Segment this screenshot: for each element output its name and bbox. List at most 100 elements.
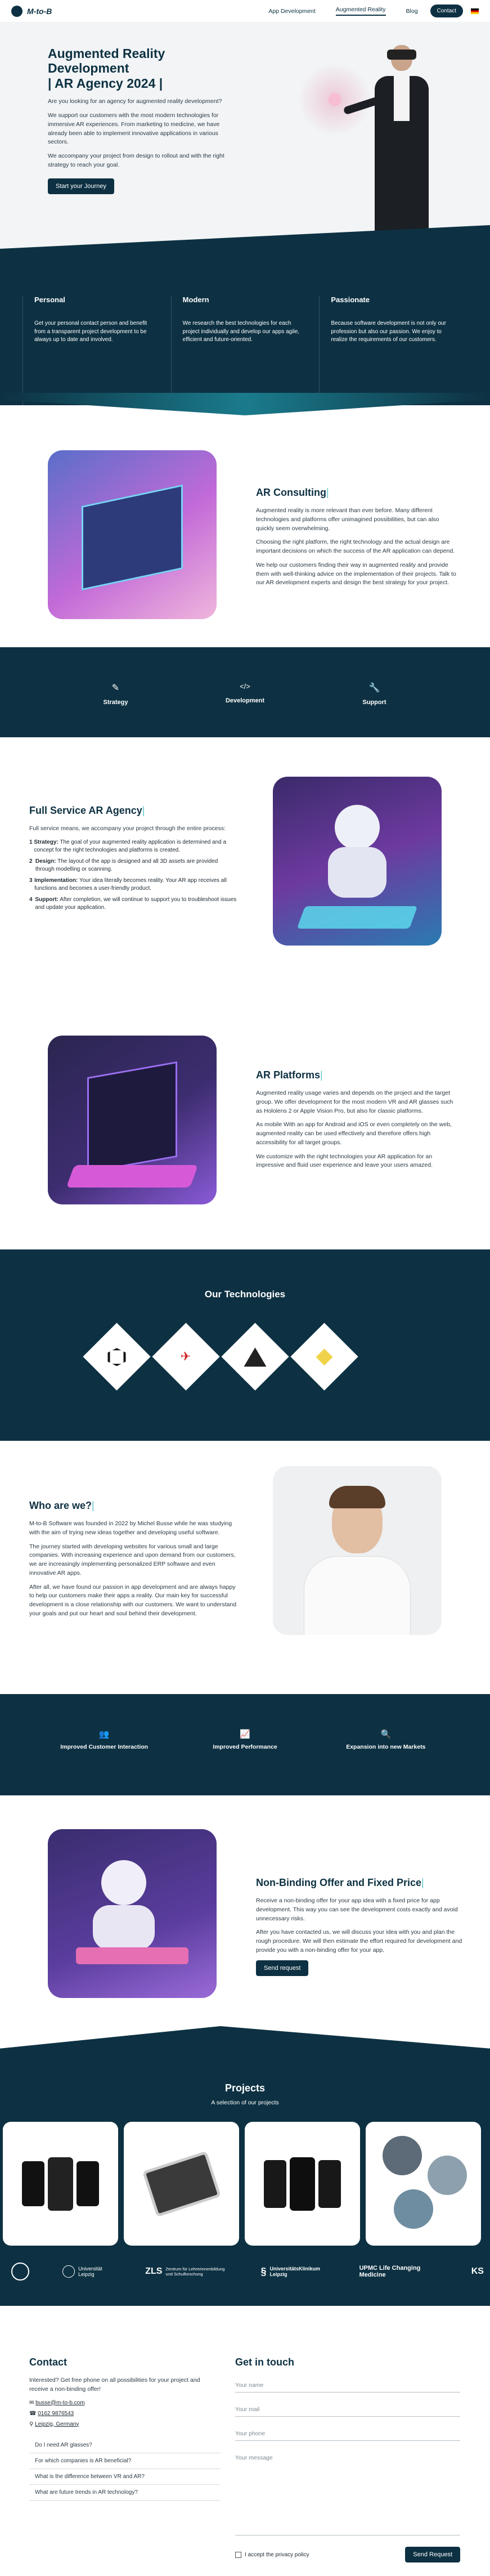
ar-consulting-illustration xyxy=(48,450,217,619)
form-title: Get in touch xyxy=(235,2357,294,2368)
location-pin-icon: ⚲ xyxy=(29,2421,34,2427)
privacy-checkbox[interactable] xyxy=(235,2551,241,2558)
message-textarea[interactable]: Your message xyxy=(235,2451,460,2535)
hero-paragraph-2: We accompany your project from design to… xyxy=(48,153,224,168)
platforms-paragraph-3: We customize with the right technologies… xyxy=(256,1153,433,1169)
contact-section: Contact Interested? Get free phone on al… xyxy=(0,2306,490,2576)
faq-item[interactable]: What are future trends in AR technology? xyxy=(29,2485,221,2501)
who-text: Who are we?| M-to-B Software was founded… xyxy=(29,1500,237,1624)
privacy-checkbox-row[interactable]: I accept the privacy policy xyxy=(235,2551,309,2558)
full-service-title: Full Service AR Agency| xyxy=(29,805,145,816)
projects-section: Projects A selection of our projects Uni… xyxy=(0,2026,490,2306)
name-input[interactable]: Your name xyxy=(235,2378,460,2393)
step-2: 2 Design: The layout of the app is design… xyxy=(29,858,218,873)
users-icon: 👥 xyxy=(98,1730,110,1739)
mail-icon: ✉ xyxy=(29,2399,34,2406)
platforms-paragraph-2: As mobile With an app for Android and iO… xyxy=(256,1121,452,1146)
email-link[interactable]: ✉ busse@m-to-b.com xyxy=(29,2400,221,2406)
project-card[interactable] xyxy=(3,2122,118,2246)
send-request-submit[interactable]: Send Request xyxy=(405,2547,460,2562)
leipzig-seal-icon xyxy=(62,2265,75,2278)
project-card[interactable] xyxy=(245,2122,360,2246)
offer-illustration xyxy=(48,1829,217,1998)
who-section: Who are we?| M-to-B Software was founded… xyxy=(0,1441,490,1694)
consulting-paragraph-2: Choosing the right platform, the right t… xyxy=(256,539,455,554)
navbar: M-to-B App Development Augmented Reality… xyxy=(0,0,490,23)
send-request-button[interactable]: Send request xyxy=(256,1960,309,1976)
hero-person-image xyxy=(343,45,450,253)
benefit-new-markets: 🔍 Expansion into new Markets xyxy=(330,1729,442,1795)
service-strategy: ✎ Strategy xyxy=(93,682,138,737)
technologies-section: Our Technologies ✈ xyxy=(0,1249,490,1441)
hero-wave xyxy=(0,225,490,265)
step-4: 4 Support: After completion, we will cont… xyxy=(29,896,237,911)
platforms-paragraph-1: Augmented reality usage varies and depen… xyxy=(256,1090,453,1114)
offer-title: Non-Binding Offer and Fixed Price| xyxy=(256,1877,424,1888)
nav-blog[interactable]: Blog xyxy=(406,8,418,15)
logo-icon[interactable] xyxy=(11,5,23,17)
logo-text[interactable]: M-to-B xyxy=(27,7,52,16)
phone-input[interactable]: Your phone xyxy=(235,2427,460,2441)
nav-app-development[interactable]: App Development xyxy=(268,8,315,15)
hero-title: Augmented Reality Development | AR Agency … xyxy=(48,46,165,91)
seal-logo xyxy=(11,2263,29,2281)
unity-icon[interactable] xyxy=(83,1323,151,1391)
contact-button[interactable]: Contact xyxy=(430,5,463,17)
contact-title: Contact xyxy=(29,2357,67,2368)
who-paragraph-1: M-to-B Software was founded in 2022 by M… xyxy=(29,1520,232,1536)
tech-logos: ✈ xyxy=(83,1323,358,1391)
project-card[interactable] xyxy=(124,2122,239,2246)
swift-icon[interactable]: ✈ xyxy=(152,1323,220,1391)
who-title: Who are we?| xyxy=(29,1500,95,1511)
projects-title: Projects xyxy=(224,2082,266,2094)
wrench-icon: 🔧 xyxy=(368,683,380,693)
faq-item[interactable]: Do I need AR glasses? xyxy=(29,2438,221,2453)
threejs-icon[interactable] xyxy=(290,1323,358,1391)
step-3: 3 Implementation: Your idea literally bec… xyxy=(29,877,227,892)
full-service-intro: Full service means, we accompany your pr… xyxy=(29,825,226,832)
mail-input[interactable]: Your mail xyxy=(235,2403,460,2417)
who-paragraph-3: After all, we have found our passion in … xyxy=(29,1583,237,1617)
partner-logos: Universität Leipzig ZLS Zentrum für Lehre… xyxy=(11,2263,484,2281)
upmc-logo: UPMC Life Changing Medicine xyxy=(359,2265,421,2278)
service-development: </> Development xyxy=(223,682,268,737)
values-section: Personal Get your personal contact perso… xyxy=(0,265,490,415)
offer-section: Non-Binding Offer and Fixed Price| Recei… xyxy=(0,1795,490,2026)
nav-augmented-reality[interactable]: Augmented Reality xyxy=(335,6,386,16)
technologies-title: Our Technologies xyxy=(204,1289,286,1300)
project-cards xyxy=(3,2122,481,2246)
project-card[interactable] xyxy=(366,2122,481,2246)
step-1: 1 Strategy: The goal of your augmented re… xyxy=(29,839,227,854)
benefit-customer-interaction: 👥 Improved Customer Interaction xyxy=(48,1729,160,1795)
uniklinikum-logo: § UniversitätsKlinikum Leipzig xyxy=(260,2265,321,2278)
consulting-title: AR Consulting| xyxy=(256,487,329,498)
ks-logo: KS xyxy=(471,2266,484,2276)
projects-subtitle: A selection of our projects xyxy=(211,2099,279,2106)
services-bar: ✎ Strategy </> Development 🔧 Support xyxy=(0,647,490,737)
code-icon: </> xyxy=(240,682,250,691)
contact-column: Contact Interested? Get free phone on al… xyxy=(29,2357,221,2501)
contact-intro: Interested? Get free phone on all possib… xyxy=(29,2377,200,2393)
search-icon: 🔍 xyxy=(380,1730,392,1739)
platforms-title: AR Platforms| xyxy=(256,1069,323,1081)
founder-photo xyxy=(273,1466,442,1635)
service-support: 🔧 Support xyxy=(352,682,397,737)
leipzig-university-logo: Universität Leipzig xyxy=(62,2265,112,2278)
faq-item[interactable]: For which companies is AR beneficial? xyxy=(29,2453,221,2469)
faq-item[interactable]: What is the difference between VR and AR… xyxy=(29,2469,221,2485)
astronaut-illustration xyxy=(273,777,442,946)
value-passionate: Passionate Because software development … xyxy=(319,295,467,405)
start-journey-button[interactable]: Start your Journey xyxy=(48,178,114,194)
hero-section: Augmented Reality Development | AR Agency … xyxy=(0,23,490,265)
location-link[interactable]: ⚲ Leipzig, Germany xyxy=(29,2421,221,2427)
hero-text-block: Augmented Reality Development | AR Agency … xyxy=(48,46,233,194)
full-service-text: Full Service AR Agency| Full service mea… xyxy=(29,805,237,915)
phone-link[interactable]: ☎ 0162 9876543 xyxy=(29,2411,221,2417)
contact-form: Get in touch Your name Your mail Your ph… xyxy=(235,2357,460,2562)
consulting-paragraph-3: We help our customers finding their way … xyxy=(256,561,456,586)
language-flag-icon[interactable] xyxy=(471,8,479,14)
ar-platforms-illustration xyxy=(48,1036,217,1204)
webxr-icon[interactable] xyxy=(221,1323,289,1391)
platforms-section: AR Platforms| Augmented reality usage va… xyxy=(0,1024,490,1249)
platforms-text: AR Platforms| Augmented reality usage va… xyxy=(256,1069,458,1175)
